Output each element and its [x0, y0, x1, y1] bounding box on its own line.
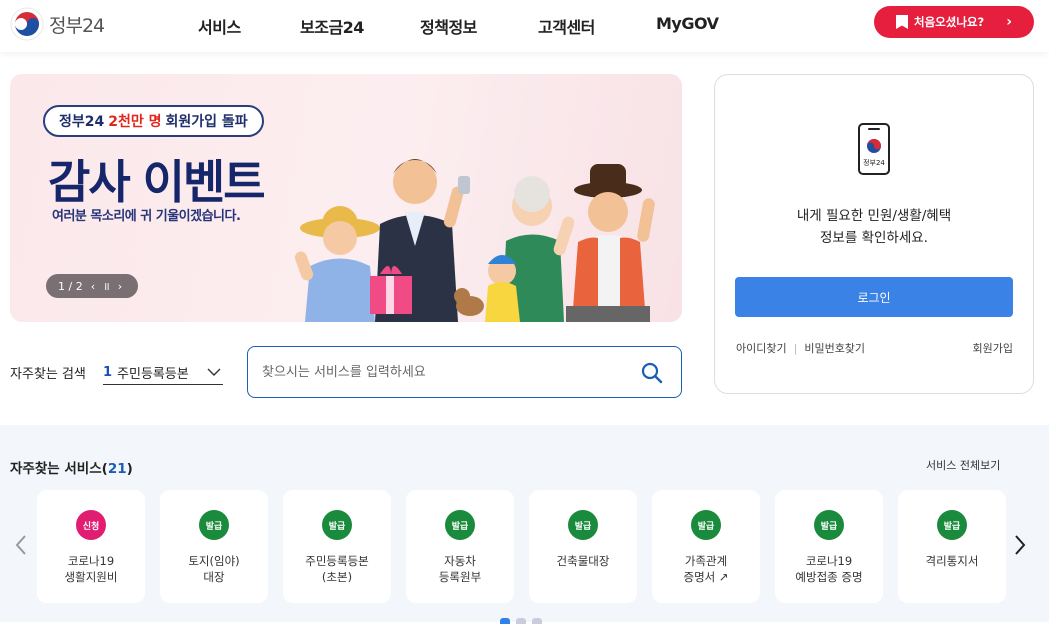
first-visit-label: 처음오셨나요?	[914, 15, 985, 29]
login-message-line1: 내게 필요한 민원/생활/혜택	[796, 208, 952, 224]
services-title: 자주찾는 서비스(21)	[10, 461, 133, 477]
service-badge: 발급	[199, 510, 229, 540]
login-message: 내게 필요한 민원/생활/혜택 정보를 확인하세요.	[715, 205, 1033, 249]
chevron-down-icon	[207, 368, 221, 376]
chevron-right-icon[interactable]	[1013, 533, 1027, 557]
service-card-covid-support[interactable]: 신청 코로나19 생활지원비	[37, 490, 145, 603]
service-card-family-certificate[interactable]: 발급 가족관계 증명서 ↗	[652, 490, 760, 603]
quick-value: 주민등록등본	[117, 367, 189, 382]
nav-customer-center[interactable]: 고객센터	[538, 14, 595, 38]
pill-suffix: 회원가입 돌파	[165, 114, 248, 130]
view-all-services-link[interactable]: 서비스 전체보기	[926, 457, 1000, 473]
login-panel: 정부24 내게 필요한 민원/생활/혜택 정보를 확인하세요. 로그인 아이디찾…	[714, 74, 1034, 394]
banner-pill: 정부24 2천만 명 회원가입 돌파	[43, 105, 264, 137]
pager-count: 1 / 2	[58, 279, 83, 293]
services-count: 21	[107, 461, 127, 477]
service-label: 건축물대장	[556, 554, 610, 568]
carousel-dots	[500, 618, 542, 624]
service-card-quarantine-notice[interactable]: 발급 격리통지서	[898, 490, 1006, 603]
site-header: 정부24 서비스 보조금24 정책정보 고객센터 MyGOV 처음오셨나요? ›	[0, 0, 1049, 52]
service-badge: 발급	[322, 510, 352, 540]
pill-highlight: 2천만 명	[108, 114, 162, 130]
service-badge: 발급	[691, 510, 721, 540]
nav-subsidy24[interactable]: 보조금24	[300, 14, 364, 38]
first-visit-button[interactable]: 처음오셨나요? ›	[874, 6, 1034, 38]
nav-services[interactable]: 서비스	[198, 14, 241, 38]
banner-pager: 1 / 2 ‹ ॥ ›	[46, 274, 138, 298]
service-label: 토지(임야) 대장	[188, 554, 240, 584]
pill-prefix: 정부24	[59, 114, 105, 130]
next-icon[interactable]: ›	[118, 280, 122, 293]
carousel-dot[interactable]	[516, 618, 526, 624]
service-card-vaccination-certificate[interactable]: 발급 코로나19 예방접종 증명	[775, 490, 883, 603]
pause-icon[interactable]: ॥	[103, 279, 110, 294]
service-label: 주민등록등본 (초본)	[305, 554, 369, 584]
chevron-right-icon: ›	[1006, 14, 1012, 30]
find-id-link[interactable]: 아이디찾기	[736, 342, 787, 355]
search-icon[interactable]	[641, 362, 663, 384]
carousel-dot[interactable]	[532, 618, 542, 624]
banner-subtitle: 여러분 목소리에 귀 기울이겠습니다.	[52, 209, 241, 224]
quick-search-select[interactable]: 1 주민등록등본	[103, 361, 223, 385]
service-badge: 발급	[814, 510, 844, 540]
service-badge: 발급	[937, 510, 967, 540]
event-banner[interactable]: 정부24 2천만 명 회원가입 돌파 감사 이벤트 여러분 목소리에 귀 기울이…	[10, 74, 682, 322]
phone-icon: 정부24	[858, 123, 890, 175]
nav-mygov[interactable]: MyGOV	[656, 14, 719, 33]
chevron-left-icon[interactable]	[14, 533, 28, 557]
service-label: 코로나19 예방접종 증명	[795, 554, 863, 584]
service-card-vehicle-register[interactable]: 발급 자동차 등록원부	[406, 490, 514, 603]
service-badge: 발급	[445, 510, 475, 540]
service-label: 자동차 등록원부	[438, 554, 482, 584]
login-message-line2: 정보를 확인하세요.	[820, 230, 928, 246]
services-title-text: 자주찾는 서비스	[10, 461, 102, 477]
join-link[interactable]: 회원가입	[973, 340, 1013, 356]
service-label: 격리통지서	[925, 554, 979, 568]
nav-policy-info[interactable]: 정책정보	[420, 14, 477, 38]
people-illustration	[294, 159, 655, 322]
phone-label: 정부24	[863, 158, 885, 167]
search-box	[247, 346, 682, 398]
banner-title: 감사 이벤트	[48, 155, 266, 209]
divider: |	[793, 342, 798, 355]
main-nav: 서비스 보조금24 정책정보 고객센터 MyGOV	[0, 14, 800, 38]
bookmark-icon	[896, 15, 908, 29]
login-button[interactable]: 로그인	[735, 277, 1013, 317]
service-card-land-register[interactable]: 발급 토지(임야) 대장	[160, 490, 268, 603]
quick-search-label: 자주찾는 검색	[10, 367, 86, 382]
quick-rank: 1	[103, 365, 113, 380]
find-links: 아이디찾기 | 비밀번호찾기	[736, 340, 865, 356]
search-input[interactable]	[262, 361, 622, 383]
prev-icon[interactable]: ‹	[91, 280, 95, 293]
service-label: 코로나19 생활지원비	[64, 554, 118, 584]
find-password-link[interactable]: 비밀번호찾기	[804, 342, 865, 355]
carousel-dot[interactable]	[500, 618, 510, 624]
frequent-services-section: 자주찾는 서비스(21) 서비스 전체보기 신청 코로나19 생활지원비 발급 토…	[0, 425, 1049, 624]
service-label: 가족관계 증명서 ↗	[683, 554, 729, 584]
service-card-building-register[interactable]: 발급 건축물대장	[529, 490, 637, 603]
service-badge: 발급	[568, 510, 598, 540]
service-card-resident-register[interactable]: 발급 주민등록등본 (초본)	[283, 490, 391, 603]
service-badge: 신청	[76, 510, 106, 540]
